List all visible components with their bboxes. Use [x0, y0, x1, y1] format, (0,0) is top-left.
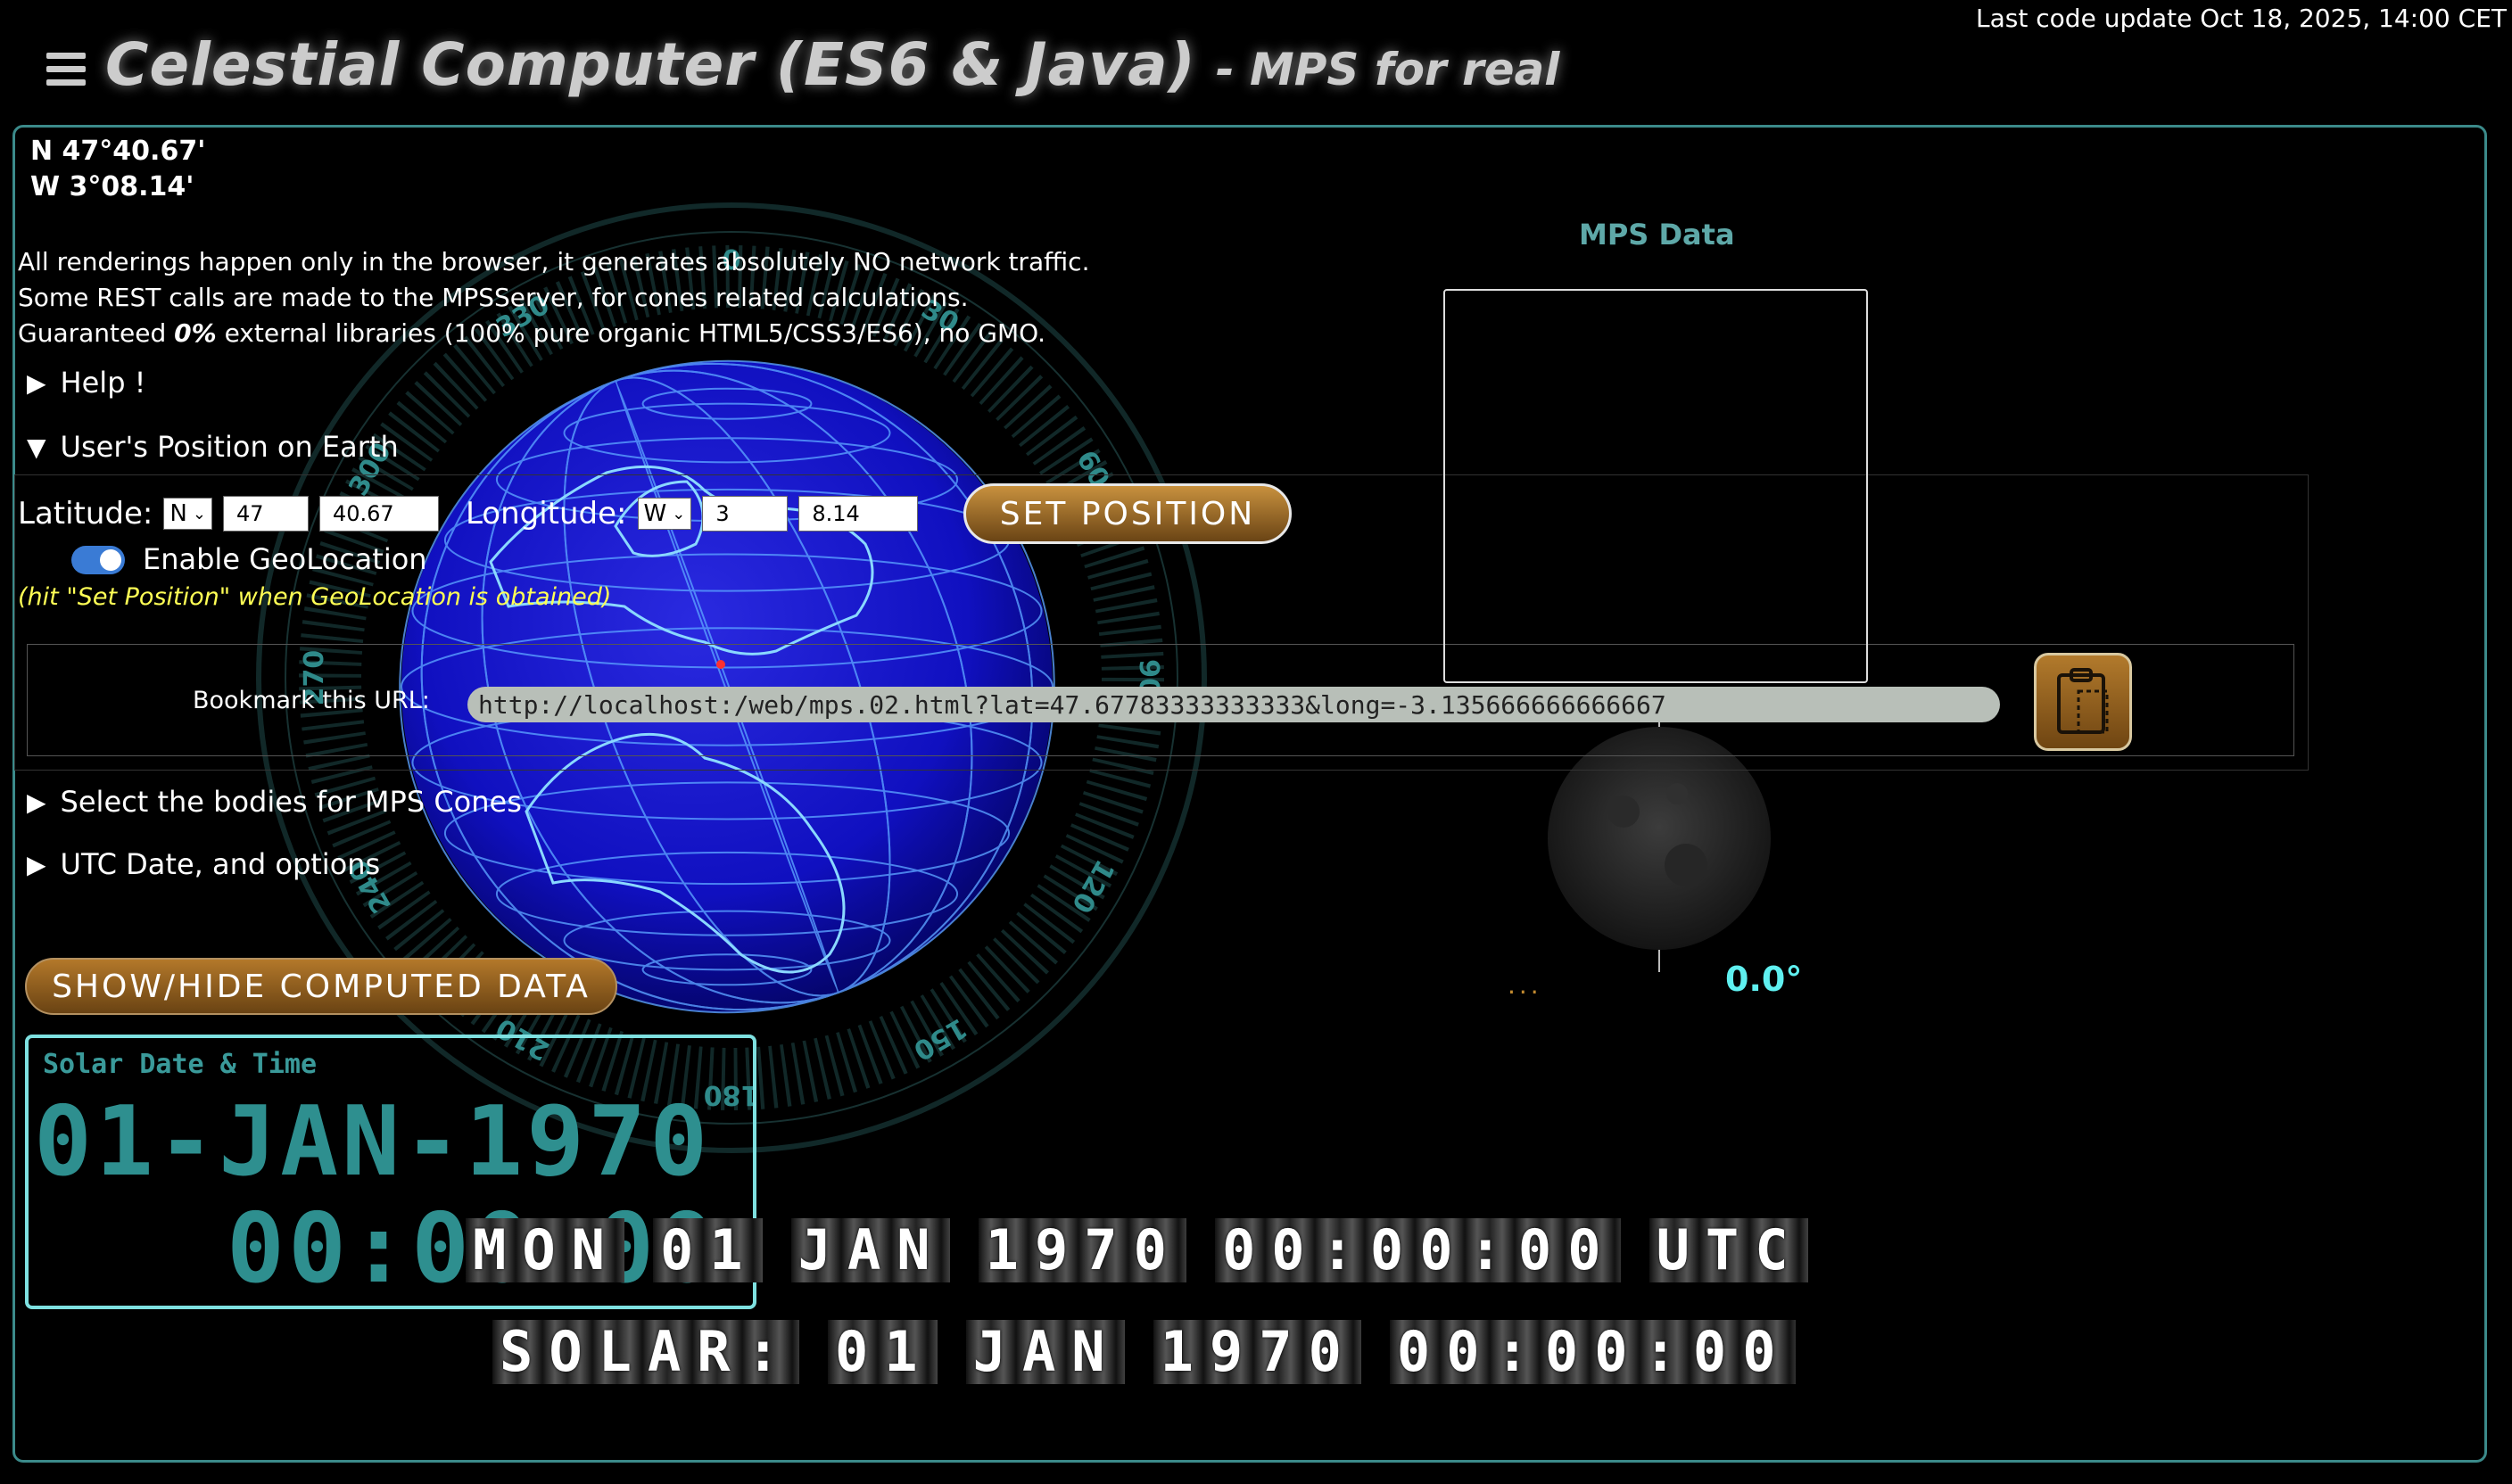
section-help-label: Help !: [60, 366, 146, 400]
longitude-hemisphere-select[interactable]: W ⌄: [637, 498, 692, 530]
section-bodies[interactable]: ▶ Select the bodies for MPS Cones: [27, 785, 522, 819]
utc-time: 00:00:00: [1214, 1218, 1621, 1282]
utc-month: JAN: [790, 1218, 950, 1282]
show-hide-computed-data-button[interactable]: SHOW/HIDE COMPUTED DATA: [25, 958, 617, 1015]
solar-flap-display: SOLAR: 01 JAN 1970 00:00:00: [492, 1320, 1796, 1384]
solar-prefix: SOLAR:: [492, 1320, 799, 1384]
lat-hemisphere-value: N: [169, 500, 187, 527]
latitude-degrees-input[interactable]: 47: [222, 496, 309, 532]
intro-line-3-post: external libraries (100% pure organic HT…: [216, 318, 1045, 348]
collapsed-triangle-icon: ▶: [27, 367, 46, 398]
solar-date-flap: 01: [827, 1320, 938, 1384]
solar-year-flap: 1970: [1153, 1320, 1361, 1384]
intro-line-3: Guaranteed 0% external libraries (100% p…: [18, 316, 1089, 351]
latitude-minutes-input[interactable]: 40.67: [318, 496, 439, 532]
app-subtitle: - MPS for real: [1215, 44, 1560, 95]
latitude-display: N 47°40.67': [30, 136, 206, 167]
geolocation-hint: (hit "Set Position" when GeoLocation is …: [18, 583, 612, 611]
section-user-position-label: User's Position on Earth: [60, 430, 399, 464]
clipboard-icon: [2057, 668, 2109, 734]
section-help[interactable]: ▶ Help !: [27, 366, 146, 400]
expanded-triangle-icon: ▼: [27, 432, 46, 462]
section-utc[interactable]: ▶ UTC Date, and options: [27, 847, 380, 881]
app-header: Celestial Computer (ES6 & Java) - MPS fo…: [46, 30, 1559, 99]
longitude-label: Longitude:: [465, 496, 627, 532]
intro-text: All renderings happen only in the browse…: [18, 244, 1089, 351]
hamburger-menu-icon[interactable]: [46, 53, 86, 90]
mps-data-title: MPS Data: [1579, 218, 1735, 251]
solar-date: 01-JAN-1970: [34, 1086, 712, 1198]
chevron-down-icon: ⌄: [192, 504, 206, 524]
intro-line-2: Some REST calls are made to the MPSServe…: [18, 283, 969, 312]
section-utc-label: UTC Date, and options: [60, 847, 381, 881]
moon-angle: 0.0°: [1725, 960, 1803, 999]
utc-day: MON: [466, 1218, 624, 1282]
bookmark-label: Bookmark this URL:: [193, 687, 430, 714]
intro-line-3-pre: Guaranteed: [18, 318, 175, 348]
chevron-down-icon: ⌄: [672, 504, 686, 524]
zero-percent: 0%: [174, 318, 217, 348]
lng-hemisphere-value: W: [643, 500, 667, 527]
latitude-hemisphere-select[interactable]: N ⌄: [163, 498, 212, 530]
solar-time-flap: 00:00:00: [1389, 1320, 1796, 1384]
longitude-display: W 3°08.14': [30, 171, 194, 202]
bookmark-url-field[interactable]: http://localhost:/web/mps.02.html?lat=47…: [467, 687, 2000, 722]
geolocation-toggle[interactable]: [71, 546, 125, 574]
copy-to-clipboard-button[interactable]: [2034, 653, 2132, 751]
last-code-update: Last code update Oct 18, 2025, 14:00 CET: [1976, 4, 2507, 33]
app-title: Celestial Computer (ES6 & Java): [105, 30, 1196, 99]
utc-zone: UTC: [1648, 1218, 1808, 1282]
solar-month-flap: JAN: [965, 1320, 1125, 1384]
intro-line-1: All renderings happen only in the browse…: [18, 247, 1090, 276]
solar-card-title: Solar Date & Time: [43, 1049, 318, 1080]
section-user-position[interactable]: ▼ User's Position on Earth: [27, 430, 399, 464]
set-position-button[interactable]: SET POSITION: [963, 483, 1292, 544]
collapsed-triangle-icon: ▶: [27, 787, 46, 817]
utc-date: 01: [652, 1218, 763, 1282]
geolocation-label: Enable GeoLocation: [143, 542, 427, 576]
section-bodies-label: Select the bodies for MPS Cones: [60, 785, 522, 819]
latitude-label: Latitude:: [18, 496, 153, 532]
position-form-row: Latitude: N ⌄ 47 40.67 Longitude: W ⌄ 3 8.…: [18, 496, 919, 532]
toggle-knob: [100, 549, 121, 571]
collapsed-triangle-icon: ▶: [27, 849, 46, 879]
longitude-minutes-input[interactable]: 8.14: [798, 496, 919, 532]
moon-dots: ...: [1508, 970, 1542, 1000]
mps-data-box: [1443, 289, 1868, 683]
longitude-degrees-input[interactable]: 3: [702, 496, 789, 532]
utc-year: 1970: [978, 1218, 1186, 1282]
utc-flap-display: MON 01 JAN 1970 00:00:00 UTC: [466, 1218, 1808, 1282]
position-display: N 47°40.67' W 3°08.14': [30, 134, 205, 205]
